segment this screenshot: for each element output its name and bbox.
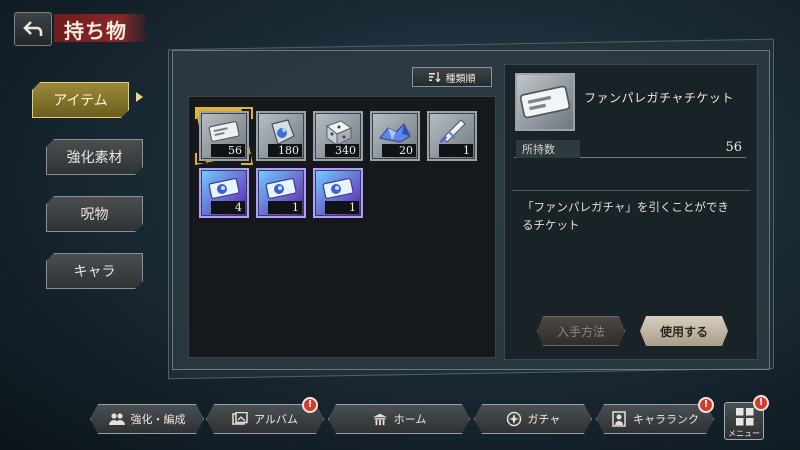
nav-label: アルバム	[254, 413, 298, 426]
item-count: 20	[382, 144, 416, 157]
item-count: 180	[268, 144, 302, 157]
sort-label: 種類順	[445, 73, 476, 85]
acquire-method-label: 入手方法	[556, 324, 605, 339]
item-count: 340	[325, 144, 359, 157]
owned-value: 56	[725, 140, 742, 155]
item-slot-rare-ticket[interactable]: 1	[256, 168, 306, 218]
detail-item-image	[515, 73, 575, 131]
portrait-icon	[611, 412, 627, 426]
item-slot-tag[interactable]: 180	[256, 111, 306, 161]
sort-icon	[428, 72, 441, 82]
item-description: 「ファンパレガチャ」を引くことができ るチケット	[522, 198, 748, 234]
item-count: 1	[325, 201, 359, 214]
character-rank-notification-badge: !	[698, 397, 714, 413]
tab-enhance-materials[interactable]: 強化素材	[46, 139, 143, 175]
description-line: るチケット	[522, 218, 580, 232]
item-slot-ticket[interactable]: 56	[199, 111, 249, 161]
menu-notification-badge: !	[753, 395, 769, 411]
owned-label: 所持数	[516, 140, 580, 158]
tag-icon	[271, 119, 295, 145]
menu-label: メニュー	[728, 429, 760, 438]
item-count: 56	[211, 144, 245, 157]
ticket-icon	[519, 85, 571, 119]
tab-items[interactable]: アイテム	[32, 82, 129, 118]
nav-label: ホーム	[393, 413, 427, 426]
use-label: 使用する	[659, 324, 708, 339]
description-line: 「ファンパレガチャ」を引くことができ	[522, 200, 729, 214]
nav-enhance-formation[interactable]: 強化・編成	[90, 404, 204, 434]
nav-label: 強化・編成	[130, 413, 186, 426]
crystal-ore-icon	[379, 123, 411, 143]
grid-menu-icon	[736, 408, 754, 426]
sort-button[interactable]: 種類順	[412, 67, 492, 87]
item-count: 4	[211, 201, 245, 214]
dice-box-icon	[325, 120, 353, 146]
item-count: 1	[439, 144, 473, 157]
detail-item-name: ファンパレガチャチケット	[584, 91, 734, 105]
rare-ticket-icon	[208, 178, 240, 199]
item-count: 1	[268, 201, 302, 214]
home-icon	[372, 412, 388, 426]
tab-cursed-objects[interactable]: 呪物	[46, 196, 143, 232]
gacha-icon	[506, 412, 522, 426]
tab-label: キャラ	[73, 264, 116, 280]
album-icon	[232, 412, 248, 426]
item-slot-sword[interactable]: 1	[427, 111, 477, 161]
item-slot-dice-box[interactable]: 340	[313, 111, 363, 161]
nav-gacha[interactable]: ガチャ	[474, 404, 592, 434]
album-notification-badge: !	[302, 397, 318, 413]
active-tab-arrow-icon	[136, 92, 143, 102]
item-slot-rare-ticket[interactable]: 4	[199, 168, 249, 218]
back-arrow-icon	[23, 21, 43, 36]
acquire-method-button[interactable]: 入手方法	[537, 316, 625, 346]
sword-icon	[439, 119, 466, 144]
tab-label: 呪物	[80, 207, 109, 223]
rare-ticket-icon	[322, 178, 354, 199]
people-icon	[109, 412, 125, 426]
back-button[interactable]	[14, 12, 52, 46]
nav-character-rank[interactable]: キャラランク	[596, 404, 714, 434]
tab-label: アイテム	[53, 93, 108, 109]
item-slot-crystal-ore[interactable]: 20	[370, 111, 420, 161]
tab-characters[interactable]: キャラ	[46, 253, 143, 289]
item-slot-rare-ticket[interactable]: 1	[313, 168, 363, 218]
nav-label: ガチャ	[527, 413, 561, 426]
nav-home[interactable]: ホーム	[328, 404, 470, 434]
tab-label: 強化素材	[66, 150, 123, 166]
use-button[interactable]: 使用する	[640, 316, 728, 346]
ticket-icon	[208, 121, 240, 142]
page-title: 持ち物	[64, 19, 127, 43]
rare-ticket-icon	[265, 178, 297, 199]
detail-divider	[512, 190, 750, 191]
nav-label: キャラランク	[633, 413, 699, 426]
